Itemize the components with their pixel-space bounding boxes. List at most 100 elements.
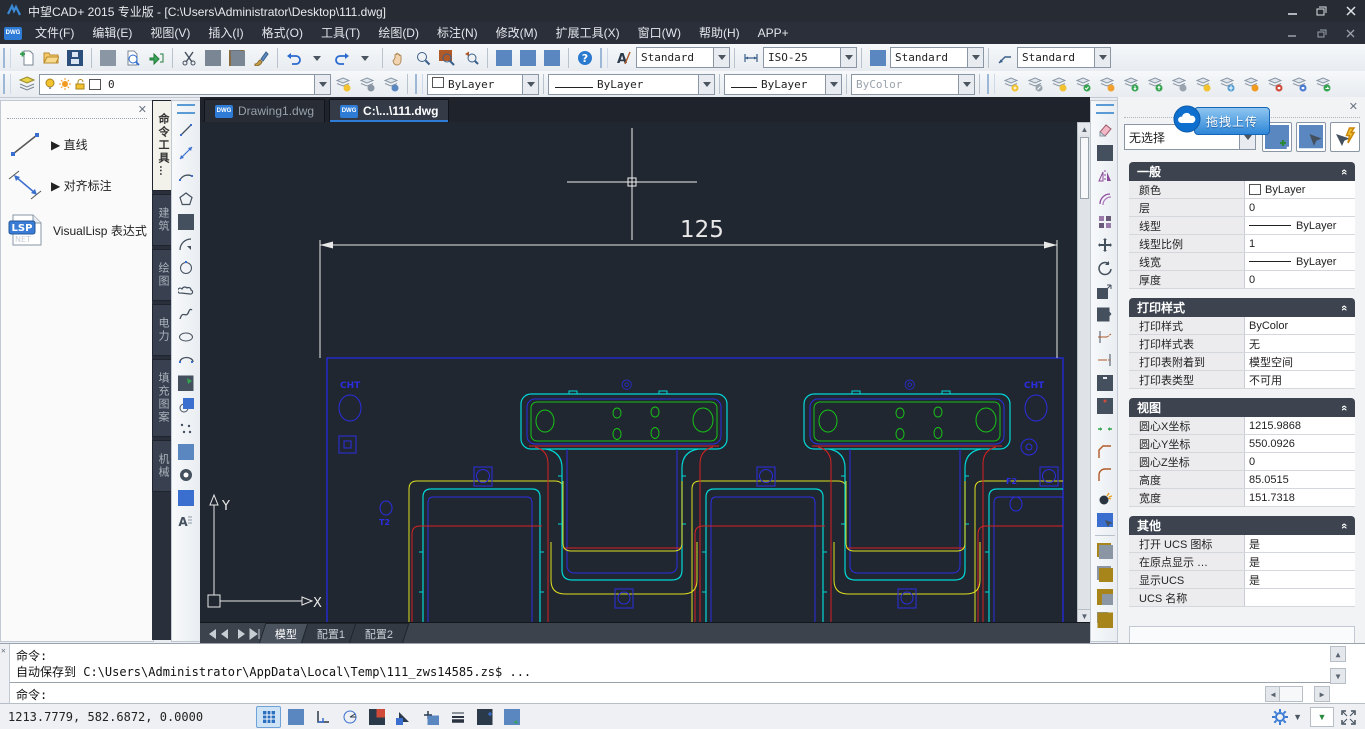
tablestyle-icon[interactable] (866, 46, 890, 70)
gear-icon[interactable] (1271, 708, 1289, 726)
cloud-upload-overlay[interactable]: 拖拽上传 (1172, 104, 1268, 137)
color-combo[interactable]: ByLayer (427, 74, 539, 95)
section-header[interactable]: 视图« (1129, 398, 1355, 417)
mbreak-icon[interactable] (1092, 371, 1118, 394)
zoomprev-icon[interactable] (459, 46, 483, 70)
command-prompt[interactable]: 命令: (16, 686, 47, 703)
lineweight-combo[interactable]: ByLayer (724, 74, 842, 95)
dmtext-icon[interactable]: A (173, 509, 199, 532)
layer-combo[interactable]: 0 (39, 74, 331, 95)
mmirror-icon[interactable] (1092, 164, 1118, 187)
gear-caret-icon[interactable]: ▼ (1293, 712, 1302, 722)
mleaderstyle-icon[interactable] (993, 46, 1017, 70)
drag-upload-button[interactable]: 拖拽上传 (1194, 107, 1270, 135)
close-button[interactable] (1336, 0, 1365, 22)
layermgr-icon[interactable] (15, 72, 39, 96)
paste-icon[interactable] (225, 46, 249, 70)
palette-tab-0[interactable]: 命令工具… (152, 100, 173, 191)
property-value[interactable]: 无 (1245, 335, 1355, 352)
menu-item-9[interactable]: 扩展工具(X) (547, 22, 629, 44)
calc-icon[interactable] (492, 46, 516, 70)
menu-item-10[interactable]: 窗口(W) (629, 22, 690, 44)
property-value[interactable]: 模型空间 (1245, 353, 1355, 370)
property-value[interactable]: 0 (1245, 199, 1355, 216)
dorder3-icon[interactable] (1092, 585, 1118, 608)
maximize-button[interactable] (1307, 0, 1336, 22)
toolbar-grip[interactable] (3, 48, 11, 68)
menu-item-12[interactable]: APP+ (749, 22, 798, 44)
mtrim-icon[interactable] (1092, 325, 1118, 348)
property-value[interactable]: 不可用 (1245, 371, 1355, 388)
command-close-icon[interactable]: ✕ (1, 646, 6, 655)
menu-item-1[interactable]: 编辑(E) (83, 22, 141, 44)
linetype-combo[interactable]: ByLayer (548, 74, 715, 95)
cut-icon[interactable] (177, 46, 201, 70)
laycheck-icon[interactable] (1071, 72, 1095, 96)
palette-tab-4[interactable]: 填充图案 (152, 359, 173, 437)
merase-icon[interactable] (1092, 118, 1118, 141)
mjoin-icon[interactable] (1092, 417, 1118, 440)
property-value[interactable]: 是 (1245, 553, 1355, 570)
collapse-icon[interactable]: « (1338, 522, 1350, 528)
toolbar-grip[interactable] (1096, 104, 1114, 114)
property-value[interactable]: 0 (1245, 271, 1355, 288)
preview-icon[interactable] (120, 46, 144, 70)
mleader-style-combo[interactable]: Standard (1017, 47, 1111, 68)
palette-item-visuallisp[interactable]: LSP NET VisualLisp 表达式 (7, 211, 147, 249)
layout-nav-arrows[interactable] (206, 627, 262, 641)
property-value[interactable] (1245, 589, 1355, 606)
canvas-vscrollbar[interactable] (1077, 135, 1091, 609)
laydown-icon[interactable] (1119, 72, 1143, 96)
moffset-icon[interactable] (1092, 187, 1118, 210)
section-header[interactable]: 打印样式« (1129, 298, 1355, 317)
new-icon[interactable] (15, 46, 39, 70)
chevron-down-icon[interactable] (522, 75, 538, 94)
palette-tab-2[interactable]: 绘图 (152, 249, 173, 301)
mextend-icon[interactable] (1092, 348, 1118, 371)
status-toggle-snap[interactable] (256, 706, 281, 728)
dmkblock-icon[interactable] (173, 394, 199, 417)
collapse-icon[interactable]: « (1338, 304, 1350, 310)
dearc-icon[interactable] (173, 348, 199, 371)
mmove-icon[interactable] (1092, 233, 1118, 256)
laylock-icon[interactable] (1263, 72, 1287, 96)
layfrz-icon[interactable] (1215, 72, 1239, 96)
dinsblock-icon[interactable] (173, 371, 199, 394)
copy-icon[interactable] (201, 46, 225, 70)
laythw-icon[interactable] (1239, 72, 1263, 96)
section-header[interactable]: 其他« (1129, 516, 1355, 535)
redo-icon[interactable] (330, 46, 354, 70)
layprev-icon[interactable] (355, 72, 379, 96)
chevron-down-icon[interactable] (713, 48, 729, 67)
property-value[interactable]: 是 (1245, 535, 1355, 552)
palette-item-line[interactable]: ▶ 直线 (7, 129, 147, 159)
selobj-icon[interactable] (1296, 122, 1326, 152)
ddim-icon[interactable] (173, 141, 199, 164)
toolbar-grip[interactable] (3, 74, 11, 94)
status-toggle-otrack[interactable] (391, 706, 416, 728)
dim-style-combo[interactable]: ISO-25 (763, 47, 857, 68)
brush-icon[interactable] (249, 46, 273, 70)
chevron-down-icon[interactable] (825, 75, 841, 94)
status-toggle-lwt[interactable] (445, 706, 470, 728)
menu-item-8[interactable]: 修改(M) (487, 22, 547, 44)
command-grip[interactable]: ✕ (0, 644, 10, 704)
mbreakpt-icon[interactable] (1092, 394, 1118, 417)
dcircle-icon[interactable] (173, 256, 199, 279)
collapse-icon[interactable]: « (1338, 168, 1350, 174)
property-value[interactable]: 0 (1245, 453, 1355, 470)
table-style-combo[interactable]: Standard (890, 47, 984, 68)
dorder1-icon[interactable] (1092, 539, 1118, 562)
laymatch-icon[interactable] (1047, 72, 1071, 96)
ddonut-icon[interactable] (173, 463, 199, 486)
annotation-scale-button[interactable]: ▼ (1310, 707, 1334, 727)
dhatch-icon[interactable] (173, 440, 199, 463)
command-scroll-up[interactable]: ▲ (1330, 646, 1346, 662)
command-window[interactable]: ✕ 命令: 自动保存到 C:\Users\Administrator\AppDa… (0, 643, 1365, 704)
drawing-canvas[interactable]: ◎ (200, 122, 1090, 622)
section-header[interactable]: 一般« (1129, 162, 1355, 181)
file-tab-111dwg[interactable]: DWGC:\...\111.dwg (329, 99, 449, 122)
palette-grip[interactable]: ✕ (7, 104, 147, 119)
darc3-icon[interactable] (173, 164, 199, 187)
layiso-icon[interactable] (1095, 72, 1119, 96)
